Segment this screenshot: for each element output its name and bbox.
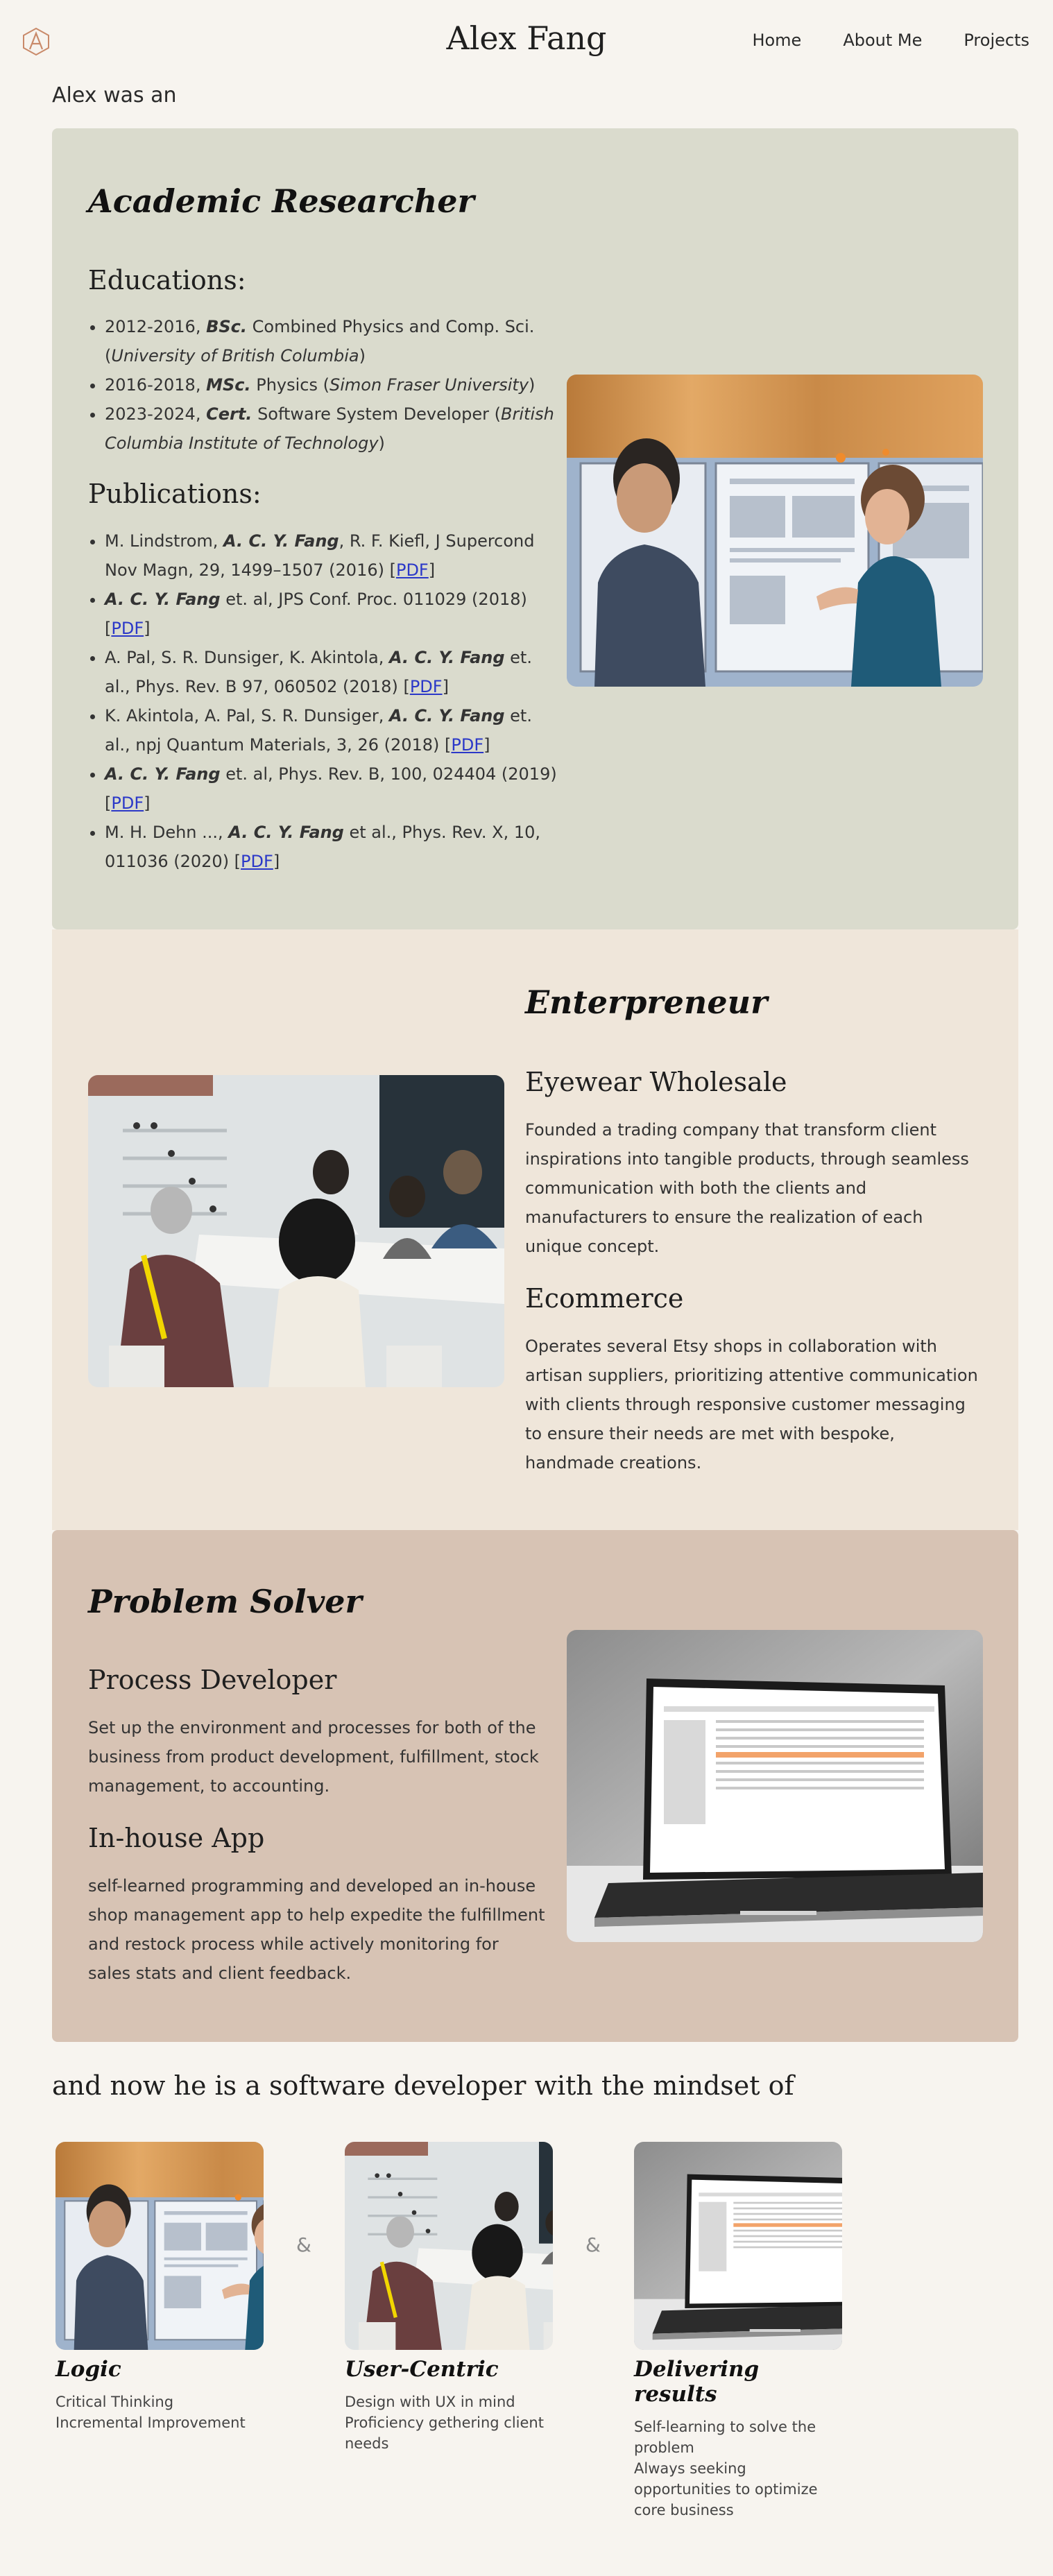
educations-heading: Educations: xyxy=(88,265,246,295)
mindset-card-delivering-results: Delivering results Self-learning to solv… xyxy=(634,2142,842,2521)
pdf-link[interactable]: PDF xyxy=(111,793,144,813)
main-nav: Home About Me Projects xyxy=(752,31,1029,50)
poster-session-photo xyxy=(567,375,983,687)
education-item: 2012-2016, BSc. Combined Physics and Com… xyxy=(105,312,563,370)
publication-item: A. C. Y. Fang et. al, JPS Conf. Proc. 01… xyxy=(105,585,563,643)
publication-item: K. Akintola, A. Pal, S. R. Dunsiger, A. … xyxy=(105,701,563,759)
publications-list: M. Lindstrom, A. C. Y. Fang, R. F. Kiefl… xyxy=(88,526,563,876)
nav-about-me[interactable]: About Me xyxy=(843,31,922,50)
site-header: Alex Fang Home About Me Projects xyxy=(0,0,1053,83)
section-entrepreneur: Enterpreneur Eyewear Wholesale Founded a… xyxy=(52,929,1018,1530)
ampersand-separator: & xyxy=(296,2233,311,2256)
poster-session-thumbnail xyxy=(55,2142,264,2350)
eyewear-heading: Eyewear Wholesale xyxy=(525,1067,787,1097)
publication-item: M. Lindstrom, A. C. Y. Fang, R. F. Kiefl… xyxy=(105,526,563,585)
section-title: Problem Solver xyxy=(88,1583,362,1620)
laptop-app-photo xyxy=(567,1630,983,1942)
card-description: Design with UX in mind Proficiency gethe… xyxy=(345,2394,544,2452)
ampersand-separator: & xyxy=(585,2233,601,2256)
process-text: Set up the environment and processes for… xyxy=(88,1718,539,1796)
card-description: Critical Thinking Incremental Improvemen… xyxy=(55,2394,246,2431)
publication-item: A. Pal, S. R. Dunsiger, K. Akintola, A. … xyxy=(105,643,563,701)
app-text: self-learned programming and developed a… xyxy=(88,1876,545,1983)
card-title: Logic xyxy=(55,2357,121,2382)
educations-list: 2012-2016, BSc. Combined Physics and Com… xyxy=(88,312,563,458)
education-item: 2023-2024, Cert. Software System Develop… xyxy=(105,400,563,458)
nav-home[interactable]: Home xyxy=(752,31,801,50)
card-title: User-Centric xyxy=(345,2357,499,2382)
section-title: Academic Researcher xyxy=(88,182,474,220)
nav-projects[interactable]: Projects xyxy=(964,31,1029,50)
card-description: Self-learning to solve the problem Alway… xyxy=(634,2419,818,2518)
mindset-title: and now he is a software developer with … xyxy=(52,2070,794,2101)
card-title: Delivering results xyxy=(634,2357,760,2407)
eyewear-text: Founded a trading company that transform… xyxy=(525,1120,969,1256)
publication-item: M. H. Dehn ..., A. C. Y. Fang et al., Ph… xyxy=(105,818,563,876)
section-title: Enterpreneur xyxy=(525,984,768,1021)
process-heading: Process Developer xyxy=(88,1665,337,1695)
pdf-link[interactable]: PDF xyxy=(410,677,443,696)
pdf-link[interactable]: PDF xyxy=(241,852,273,871)
education-item: 2016-2018, MSc. Physics (Simon Fraser Un… xyxy=(105,370,563,400)
publication-item: A. C. Y. Fang et. al, Phys. Rev. B, 100,… xyxy=(105,759,563,818)
app-heading: In-house App xyxy=(88,1823,265,1853)
section-academic-researcher: Academic Researcher Educations: 2012-201… xyxy=(52,128,1018,929)
pdf-link[interactable]: PDF xyxy=(396,560,429,580)
ecommerce-text: Operates several Etsy shops in collabora… xyxy=(525,1337,978,1472)
mindset-card-logic: Logic Critical Thinking Incremental Impr… xyxy=(55,2142,264,2433)
intro-text: Alex was an xyxy=(52,83,177,108)
laptop-app-thumbnail xyxy=(634,2142,842,2350)
mindset-card-user-centric: User-Centric Design with UX in mind Prof… xyxy=(345,2142,553,2454)
publications-heading: Publications: xyxy=(88,479,262,509)
ecommerce-heading: Ecommerce xyxy=(525,1283,684,1314)
client-meeting-thumbnail xyxy=(345,2142,553,2350)
pdf-link[interactable]: PDF xyxy=(111,619,144,638)
pdf-link[interactable]: PDF xyxy=(451,735,483,755)
section-problem-solver: Problem Solver Process Developer Set up … xyxy=(52,1530,1018,2042)
client-meeting-photo xyxy=(88,1075,504,1387)
